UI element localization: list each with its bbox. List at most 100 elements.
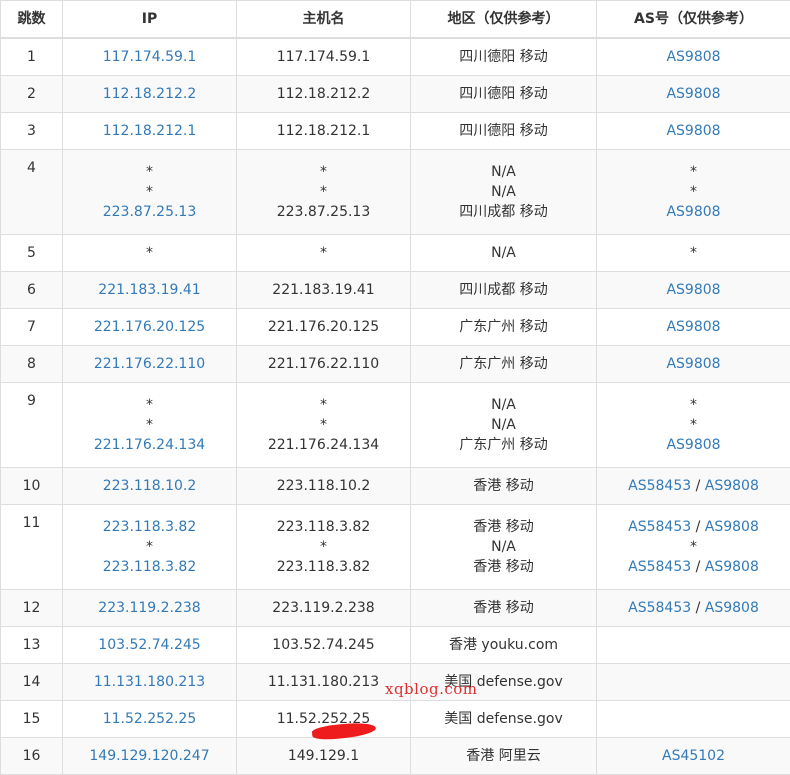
- table-header-row: 跳数 IP 主机名 地区（仅供参考） AS号（仅供参考）: [1, 1, 790, 39]
- hostname-text: *: [237, 537, 410, 557]
- as-link[interactable]: AS9808: [666, 123, 720, 139]
- hostname-text: 221.176.20.125: [237, 317, 410, 337]
- ip-link[interactable]: 103.52.74.245: [63, 635, 236, 655]
- header-ip: IP: [63, 1, 237, 39]
- as-link[interactable]: AS9808: [705, 600, 759, 616]
- hostname-text: 112.18.212.1: [237, 121, 410, 141]
- as-link[interactable]: AS9808: [705, 559, 759, 575]
- as-cell: AS58453 / AS9808 * AS58453 / AS9808: [597, 505, 790, 590]
- as-link[interactable]: AS9808: [666, 86, 720, 102]
- table-row: 10223.118.10.2223.118.10.2香港 移动AS58453 /…: [1, 468, 790, 505]
- as-line: AS9808: [597, 354, 790, 374]
- ip-link[interactable]: 221.176.24.134: [63, 435, 236, 455]
- header-as: AS号（仅供参考）: [597, 1, 790, 39]
- as-cell: AS9808: [597, 309, 790, 346]
- as-link[interactable]: AS9808: [666, 319, 720, 335]
- ip-link[interactable]: 11.52.252.25: [63, 709, 236, 729]
- table-row: 2112.18.212.2112.18.212.2四川德阳 移动AS9808: [1, 76, 790, 113]
- ip-link[interactable]: 223.118.3.82: [63, 517, 236, 537]
- as-link[interactable]: AS58453: [628, 478, 691, 494]
- as-placeholder: *: [690, 164, 697, 180]
- hostname-text: *: [237, 182, 410, 202]
- ip-cell: 221.176.22.110: [63, 346, 237, 383]
- ip-link[interactable]: 221.176.22.110: [63, 354, 236, 374]
- hostname-cell: 223.118.3.82*223.118.3.82: [237, 505, 411, 590]
- ip-placeholder: *: [63, 162, 236, 182]
- as-link[interactable]: AS58453: [628, 559, 691, 575]
- ip-cell: *: [63, 235, 237, 272]
- as-placeholder: *: [690, 539, 697, 555]
- as-link[interactable]: AS9808: [666, 204, 720, 220]
- ip-link[interactable]: 11.131.180.213: [63, 672, 236, 692]
- ip-cell: 11.131.180.213: [63, 664, 237, 701]
- ip-cell: 117.174.59.1: [63, 38, 237, 76]
- as-placeholder: *: [690, 417, 697, 433]
- as-link[interactable]: AS9808: [666, 356, 720, 372]
- hostname-text: 223.118.10.2: [237, 476, 410, 496]
- ip-link[interactable]: 221.183.19.41: [63, 280, 236, 300]
- ip-link[interactable]: 223.118.3.82: [63, 557, 236, 577]
- ip-link[interactable]: 149.129.120.247: [63, 746, 236, 766]
- region-text: N/A: [411, 395, 596, 415]
- region-cell: N/AN/A广东广州 移动: [411, 383, 597, 468]
- header-hostname: 主机名: [237, 1, 411, 39]
- ip-link[interactable]: 221.176.20.125: [63, 317, 236, 337]
- header-region: 地区（仅供参考）: [411, 1, 597, 39]
- as-line: AS9808: [597, 317, 790, 337]
- ip-cell: 221.176.20.125: [63, 309, 237, 346]
- as-link[interactable]: AS9808: [666, 437, 720, 453]
- hostname-text: 223.119.2.238: [237, 598, 410, 618]
- as-line: *: [597, 537, 790, 557]
- hop-cell: 2: [1, 76, 63, 113]
- ip-placeholder: *: [63, 243, 236, 263]
- region-cell: 香港 移动N/A香港 移动: [411, 505, 597, 590]
- as-link[interactable]: AS9808: [666, 49, 720, 65]
- region-text: 美国 defense.gov: [411, 709, 596, 729]
- ip-link[interactable]: 117.174.59.1: [63, 47, 236, 67]
- region-text: 广东广州 移动: [411, 435, 596, 455]
- hop-cell: 15: [1, 701, 63, 738]
- table-row: 1117.174.59.1117.174.59.1四川德阳 移动AS9808: [1, 38, 790, 76]
- table-row: 12223.119.2.238223.119.2.238香港 移动AS58453…: [1, 590, 790, 627]
- as-line: AS9808: [597, 47, 790, 67]
- hostname-text: 112.18.212.2: [237, 84, 410, 104]
- ip-link[interactable]: 223.118.10.2: [63, 476, 236, 496]
- hostname-text: *: [237, 243, 410, 263]
- as-link[interactable]: AS9808: [705, 478, 759, 494]
- as-placeholder: *: [690, 184, 697, 200]
- as-cell: [597, 664, 790, 701]
- as-line: AS9808: [597, 84, 790, 104]
- hostname-text: 149.129.1: [237, 746, 410, 766]
- as-link[interactable]: AS9808: [705, 519, 759, 535]
- ip-link[interactable]: 223.119.2.238: [63, 598, 236, 618]
- as-link[interactable]: AS45102: [662, 748, 725, 764]
- table-row: 7221.176.20.125221.176.20.125广东广州 移动AS98…: [1, 309, 790, 346]
- as-line: AS9808: [597, 121, 790, 141]
- as-placeholder: *: [690, 245, 697, 261]
- hop-cell: 4: [1, 150, 63, 235]
- hop-cell: 14: [1, 664, 63, 701]
- as-link[interactable]: AS58453: [628, 600, 691, 616]
- as-line: AS58453 / AS9808: [597, 517, 790, 537]
- table-row: 11223.118.3.82*223.118.3.82223.118.3.82*…: [1, 505, 790, 590]
- hop-cell: 9: [1, 383, 63, 468]
- as-cell: AS9808: [597, 76, 790, 113]
- hop-cell: 10: [1, 468, 63, 505]
- table-row: 8221.176.22.110221.176.22.110广东广州 移动AS98…: [1, 346, 790, 383]
- as-line: AS58453 / AS9808: [597, 557, 790, 577]
- as-cell: [597, 627, 790, 664]
- hostname-cell: 223.119.2.238: [237, 590, 411, 627]
- ip-link[interactable]: 112.18.212.1: [63, 121, 236, 141]
- ip-link[interactable]: 223.87.25.13: [63, 202, 236, 222]
- ip-link[interactable]: 112.18.212.2: [63, 84, 236, 104]
- as-link[interactable]: AS58453: [628, 519, 691, 535]
- hostname-cell: 103.52.74.245: [237, 627, 411, 664]
- hostname-text: 221.176.24.134: [237, 435, 410, 455]
- as-link[interactable]: AS9808: [666, 282, 720, 298]
- as-line: *: [597, 395, 790, 415]
- hostname-text: 221.176.22.110: [237, 354, 410, 374]
- as-cell: AS58453 / AS9808: [597, 468, 790, 505]
- table-row: 6221.183.19.41221.183.19.41四川成都 移动AS9808: [1, 272, 790, 309]
- region-text: 四川德阳 移动: [411, 84, 596, 104]
- hostname-text: *: [237, 395, 410, 415]
